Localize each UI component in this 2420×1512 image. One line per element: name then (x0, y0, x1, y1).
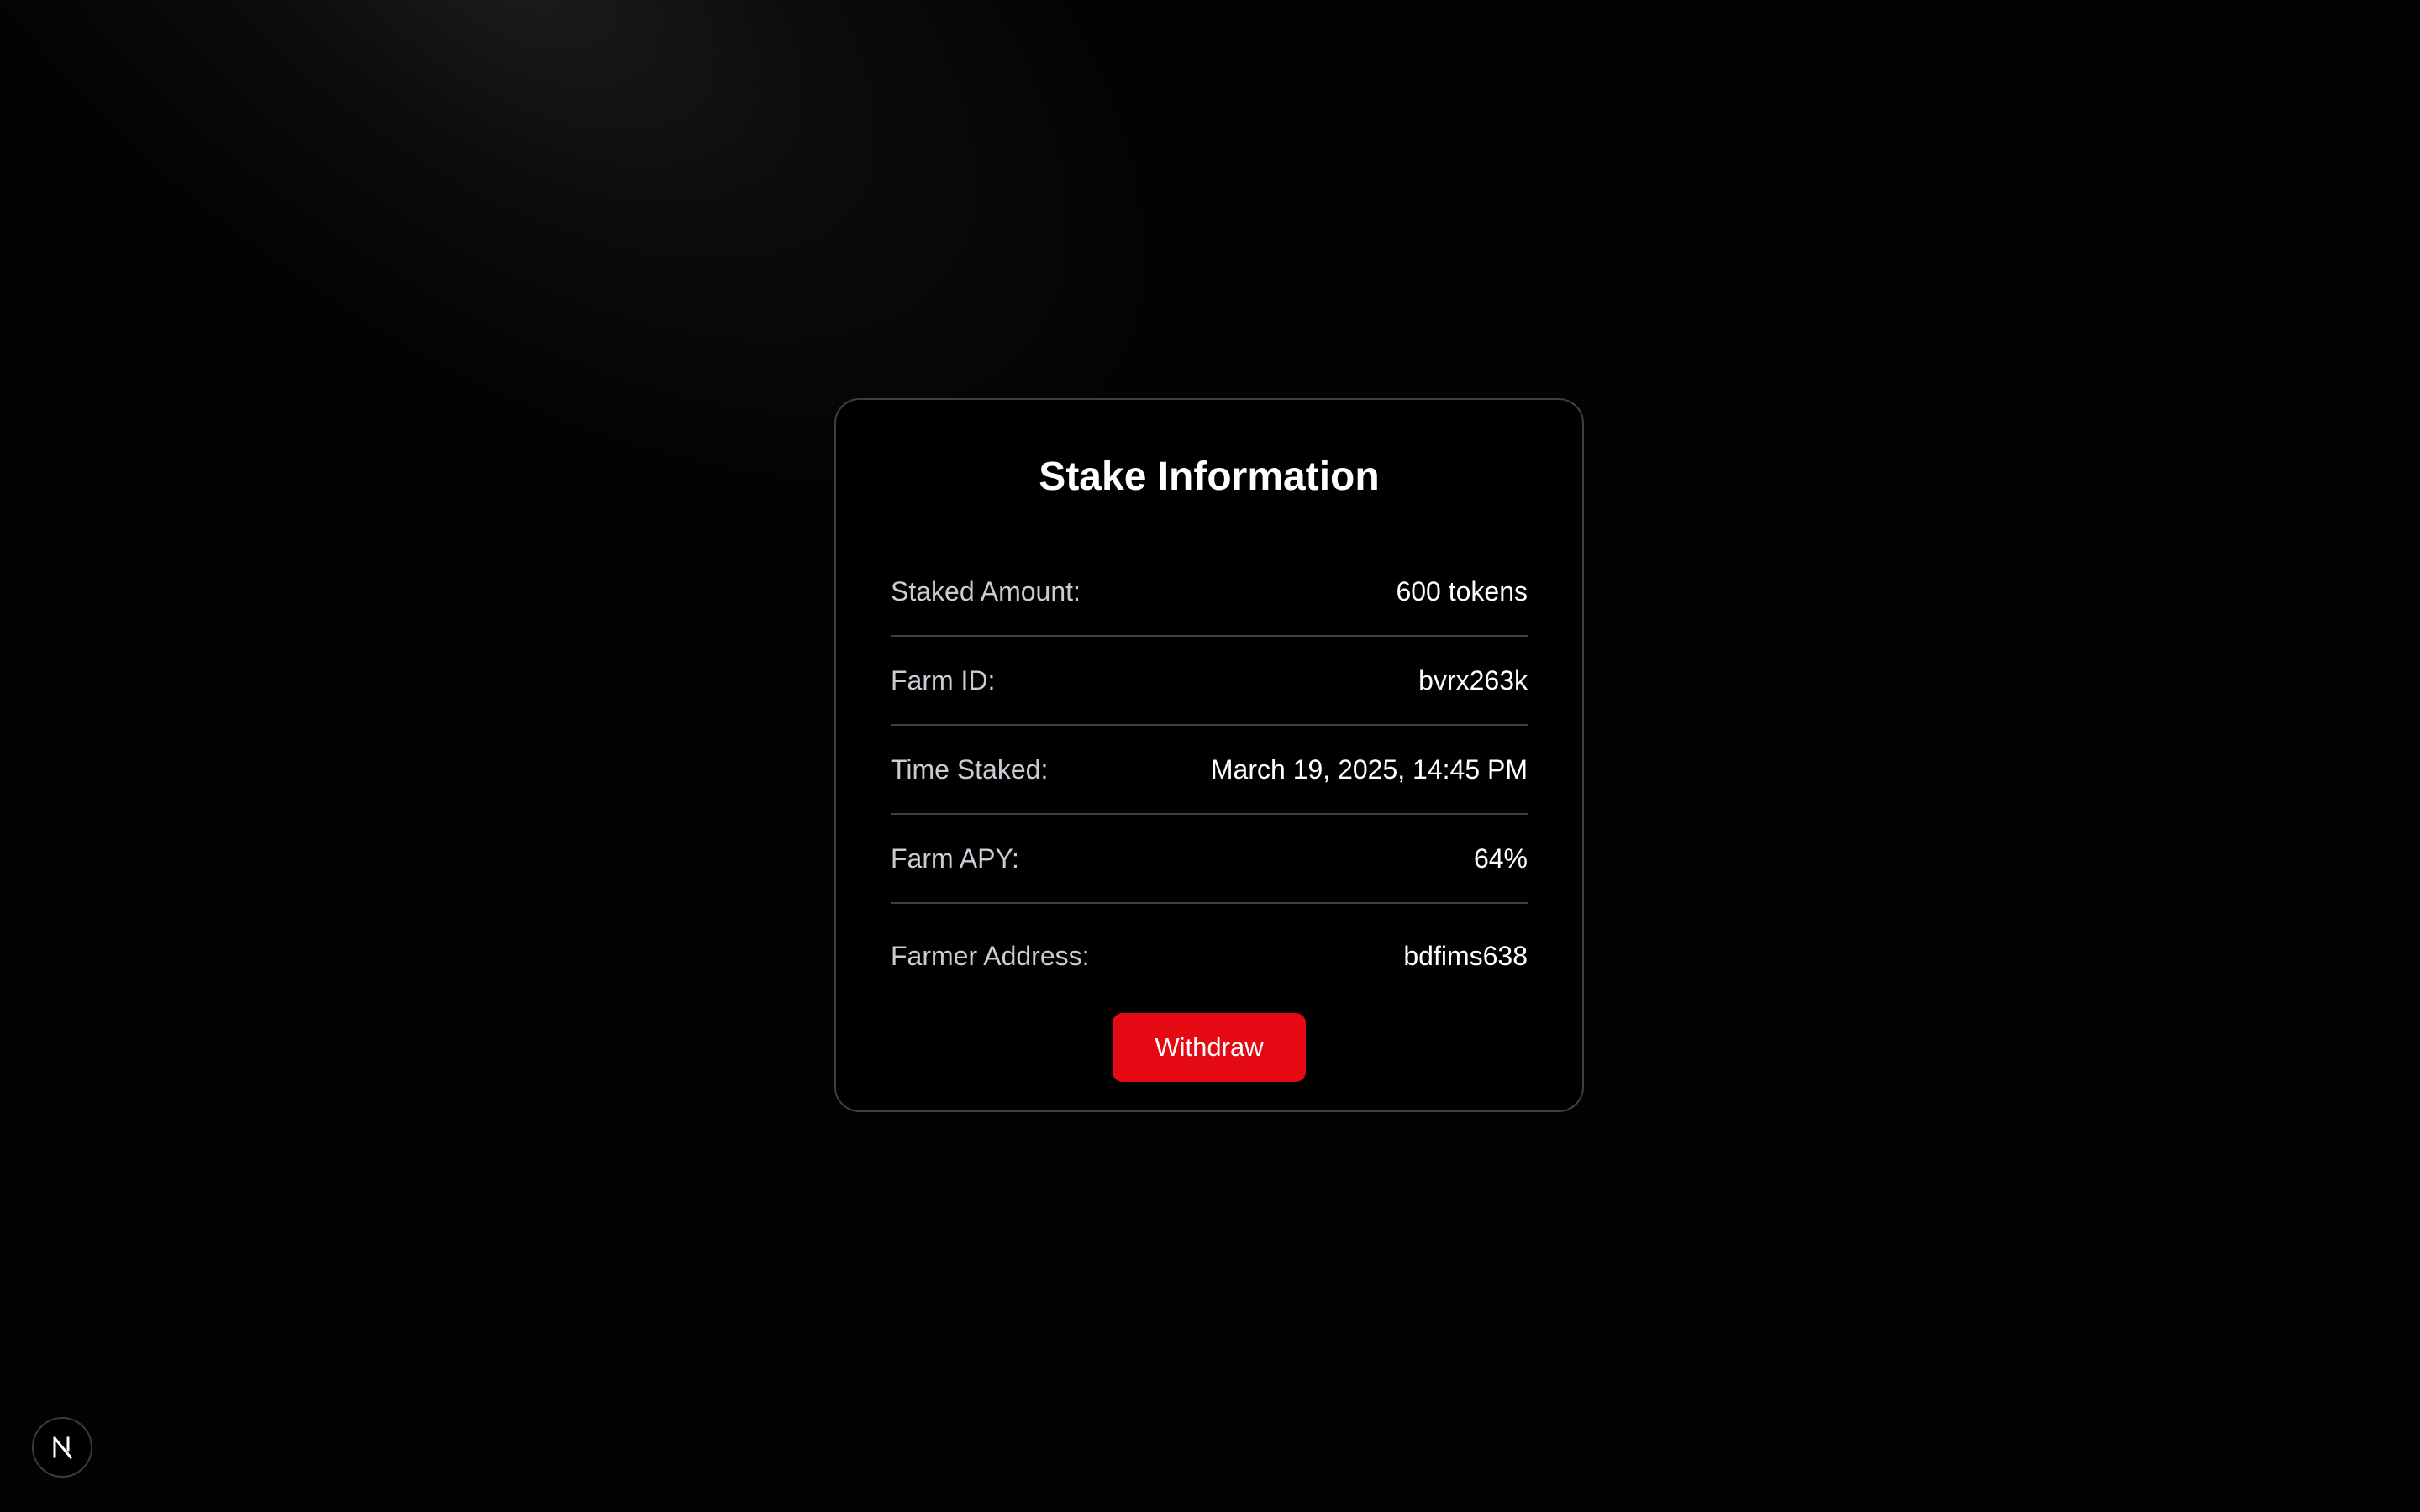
farm-id-label: Farm ID: (891, 664, 996, 696)
time-staked-label: Time Staked: (891, 753, 1049, 785)
next-logo-glyph (53, 1436, 73, 1459)
staked-amount-label: Staked Amount: (891, 575, 1081, 606)
farm-apy-value: 64% (1473, 843, 1528, 874)
card-actions: Withdraw (891, 1013, 1528, 1082)
staked-amount-value: 600 tokens (1396, 575, 1528, 606)
farm-apy-label: Farm APY: (891, 843, 1019, 874)
row-farm-apy: Farm APY: 64% (891, 815, 1528, 904)
row-time-staked: Time Staked: March 19, 2025, 14:45 PM (891, 726, 1528, 815)
row-farm-id: Farm ID: bvrx263k (891, 637, 1528, 726)
time-staked-value: March 19, 2025, 14:45 PM (1210, 753, 1528, 785)
next-logo-icon[interactable] (32, 1417, 92, 1478)
stake-info-card: Stake Information Staked Amount: 600 tok… (834, 398, 1584, 1112)
withdraw-button[interactable]: Withdraw (1113, 1013, 1306, 1082)
page: Stake Information Staked Amount: 600 tok… (0, 0, 2420, 1512)
stake-details: Staked Amount: 600 tokens Farm ID: bvrx2… (891, 548, 1528, 1008)
farmer-address-label: Farmer Address: (891, 940, 1090, 971)
card-title: Stake Information (1039, 454, 1380, 499)
row-farmer-address: Farmer Address: bdfims638 (891, 904, 1528, 1008)
farm-id-value: bvrx263k (1418, 664, 1528, 696)
row-staked-amount: Staked Amount: 600 tokens (891, 548, 1528, 637)
farmer-address-value: bdfims638 (1403, 940, 1528, 971)
